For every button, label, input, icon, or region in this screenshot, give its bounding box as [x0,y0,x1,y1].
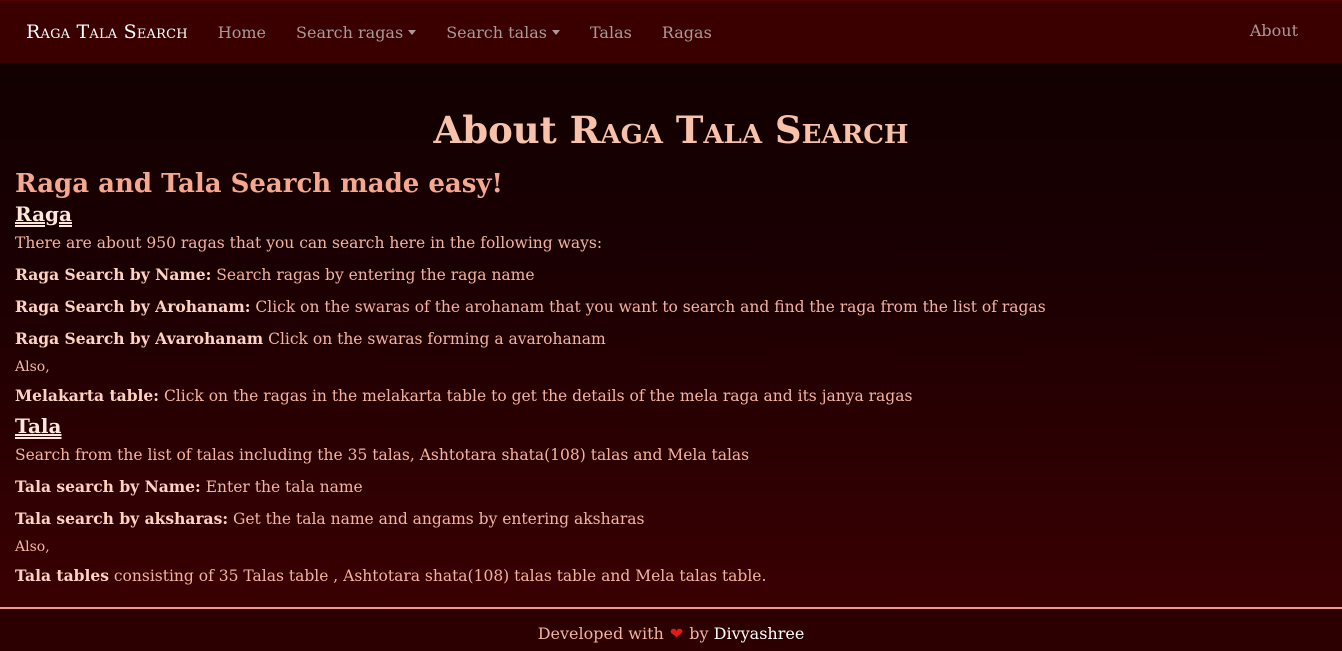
nav-item-talas-label: Talas [590,22,632,42]
heart-icon: ❤ [669,624,684,643]
footer-author[interactable]: Divyashree [714,624,805,643]
nav-item-about[interactable]: About [1250,21,1298,40]
raga-extra: Melakarta table: Click on the ragas in t… [15,380,1325,412]
raga-item-label: Raga Search by Arohanam: [15,297,251,316]
nav-item-talas[interactable]: Talas [590,23,632,42]
raga-item-text: Click on the swaras forming a avarohanam [263,330,606,348]
caret-down-icon [408,29,417,35]
page-title: About Raga Tala Search [0,108,1342,152]
footer: Developed with ❤ by Divyashree [0,607,1342,651]
tagline: Raga and Tala Search made easy! [15,169,503,199]
nav-item-search-ragas[interactable]: Search ragas [296,22,417,42]
tala-extra: Tala tables consisting of 35 Talas table… [15,560,1325,592]
tala-extra-text: consisting of 35 Talas table , Ashtotara… [108,567,767,585]
nav-item-search-talas[interactable]: Search talas [446,23,560,42]
nav-item-search-ragas-label: Search ragas [296,22,404,42]
tala-also: Also, [15,539,50,555]
raga-item: Raga Search by Name: Search ragas by ent… [15,259,1325,291]
nav-item-home-label: Home [217,22,267,42]
raga-item-text: Search ragas by entering the raga name [211,266,535,284]
tala-item: Tala search by aksharas: Get the tala na… [15,503,1325,535]
footer-by: by [689,624,709,643]
caret-down-icon [552,29,560,35]
tala-item-text: Get the tala name and angams by entering… [228,510,645,528]
raga-item-label: Raga Search by Avarohanam [15,329,264,348]
raga-item: Raga Search by Avarohanam Click on the s… [15,323,1325,355]
tala-intro: Search from the list of talas including … [15,446,750,464]
navbar: Raga Tala Search Home Search ragas Searc… [0,0,1342,63]
nav-item-home[interactable]: Home [218,23,266,42]
navbar-brand[interactable]: Raga Tala Search [26,21,188,43]
page-title-brand: Raga Tala Search [569,108,909,152]
raga-item-label: Raga Search by Name: [15,265,212,284]
main-content: Raga and Tala Search made easy! Raga The… [15,168,1325,592]
raga-intro: There are about 950 ragas that you can s… [15,234,603,252]
nav-item-search-talas-label: Search talas [446,22,547,42]
raga-extra-text: Click on the ragas in the melakarta tabl… [159,387,913,405]
tala-item-label: Tala search by Name: [15,477,201,496]
page-title-prefix: About [433,108,557,152]
raga-extra-label: Melakarta table: [15,386,160,405]
tala-item: Tala search by Name: Enter the tala name [15,471,1325,503]
tala-heading: Tala [15,414,62,438]
raga-heading: Raga [15,202,72,226]
tala-item-text: Enter the tala name [200,478,363,496]
tala-extra-label: Tala tables [15,566,109,585]
raga-also: Also, [15,359,50,375]
nav-item-ragas-label: Ragas [661,22,712,42]
raga-item: Raga Search by Arohanam: Click on the sw… [15,291,1325,323]
footer-prefix: Developed with [537,624,664,643]
tala-item-label: Tala search by aksharas: [15,509,229,528]
nav-item-ragas[interactable]: Ragas [662,23,712,42]
raga-item-text: Click on the swaras of the arohanam that… [250,298,1046,316]
nav-menu: Home Search ragas Search talas Talas Rag… [218,23,742,42]
